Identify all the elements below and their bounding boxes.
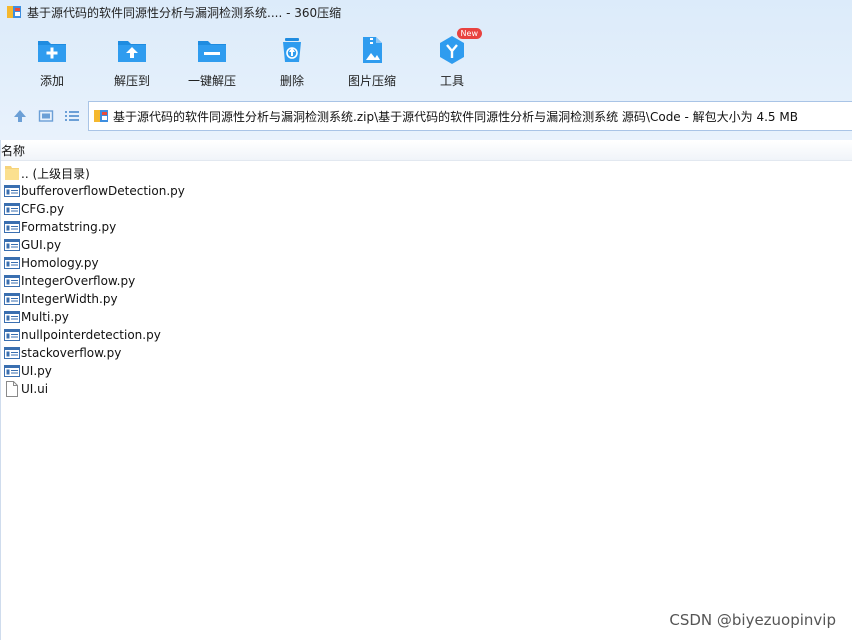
list-item[interactable]: CFG.py bbox=[0, 200, 852, 218]
python-file-icon bbox=[4, 203, 20, 215]
python-file-icon bbox=[4, 257, 20, 269]
list-item[interactable]: GUI.py bbox=[0, 236, 852, 254]
file-name: IntegerOverflow.py bbox=[21, 274, 136, 288]
delete-button[interactable]: 删除 bbox=[252, 30, 332, 92]
file-list: .. (上级目录) bufferoverflowDetection.py CFG… bbox=[0, 164, 852, 398]
folder-icon bbox=[5, 166, 19, 180]
window-title: 基于源代码的软件同源性分析与漏洞检测系统.... - 360压缩 bbox=[27, 6, 342, 20]
tools-icon-wrap: New bbox=[436, 28, 482, 66]
list-item[interactable]: IntegerOverflow.py bbox=[0, 272, 852, 290]
file-name: UI.ui bbox=[21, 382, 49, 396]
list-item[interactable]: Homology.py bbox=[0, 254, 852, 272]
file-name: Formatstring.py bbox=[21, 220, 117, 234]
generic-file-icon bbox=[6, 381, 18, 397]
file-name: bufferoverflowDetection.py bbox=[21, 184, 185, 198]
file-name: nullpointerdetection.py bbox=[21, 328, 161, 342]
address-row: 基于源代码的软件同源性分析与漏洞检测系统.zip\基于源代码的软件同源性分析与漏… bbox=[0, 101, 852, 131]
list-item[interactable]: UI.py bbox=[0, 362, 852, 380]
python-file-icon bbox=[4, 329, 20, 341]
file-name: stackoverflow.py bbox=[21, 346, 122, 360]
image-compress-icon bbox=[363, 37, 382, 63]
delete-label: 删除 bbox=[279, 74, 304, 88]
recycle-bin-icon bbox=[283, 38, 301, 62]
thumbnail-view-icon[interactable] bbox=[38, 108, 54, 124]
file-name: GUI.py bbox=[21, 238, 62, 252]
watermark: CSDN @biyezuopinvip bbox=[669, 611, 836, 629]
new-badge: New bbox=[456, 28, 482, 39]
list-item[interactable]: stackoverflow.py bbox=[0, 344, 852, 362]
image-compress-button[interactable]: 图片压缩 bbox=[332, 30, 412, 92]
file-name: CFG.py bbox=[21, 202, 65, 216]
address-bar[interactable]: 基于源代码的软件同源性分析与漏洞检测系统.zip\基于源代码的软件同源性分析与漏… bbox=[88, 101, 852, 131]
python-file-icon bbox=[4, 239, 20, 251]
file-name: IntegerWidth.py bbox=[21, 292, 118, 306]
file-name: Multi.py bbox=[21, 310, 69, 324]
list-item[interactable]: Multi.py bbox=[0, 308, 852, 326]
list-item[interactable]: IntegerWidth.py bbox=[0, 290, 852, 308]
list-item[interactable]: Formatstring.py bbox=[0, 218, 852, 236]
add-label: 添加 bbox=[39, 74, 64, 88]
python-file-icon bbox=[4, 221, 20, 233]
image-compress-label: 图片压缩 bbox=[347, 74, 396, 88]
python-file-icon bbox=[4, 275, 20, 287]
list-item-parent-folder[interactable]: .. (上级目录) bbox=[0, 164, 852, 182]
archive-app-icon bbox=[7, 6, 21, 18]
file-name: .. (上级目录) bbox=[21, 166, 90, 181]
tools-label: 工具 bbox=[439, 74, 464, 88]
one-click-extract-label: 一键解压 bbox=[187, 74, 236, 88]
add-folder-icon bbox=[38, 41, 66, 62]
one-click-extract-button[interactable]: 一键解压 bbox=[172, 30, 252, 92]
toolbar: 添加 解压到 一键解压 删除 图片压缩 New 工具 bbox=[0, 28, 852, 94]
up-arrow-icon[interactable] bbox=[12, 108, 28, 124]
column-header: 名称 bbox=[0, 141, 852, 161]
title-bar: 基于源代码的软件同源性分析与漏洞检测系统.... - 360压缩 bbox=[0, 0, 852, 24]
extract-to-icon bbox=[118, 41, 146, 62]
python-file-icon bbox=[4, 347, 20, 359]
address-path: 基于源代码的软件同源性分析与漏洞检测系统.zip\基于源代码的软件同源性分析与漏… bbox=[113, 109, 798, 124]
one-click-extract-icon bbox=[198, 41, 226, 62]
python-file-icon bbox=[4, 311, 20, 323]
extract-to-label: 解压到 bbox=[113, 74, 150, 88]
extract-to-button[interactable]: 解压到 bbox=[92, 30, 172, 92]
column-name-header[interactable]: 名称 bbox=[0, 142, 25, 159]
tools-button[interactable]: New 工具 bbox=[412, 28, 492, 92]
zip-archive-icon bbox=[94, 110, 108, 122]
list-view-icon[interactable] bbox=[64, 108, 80, 124]
python-file-icon bbox=[4, 293, 20, 305]
python-file-icon bbox=[4, 185, 20, 197]
python-file-icon bbox=[4, 365, 20, 377]
list-item[interactable]: bufferoverflowDetection.py bbox=[0, 182, 852, 200]
file-name: UI.py bbox=[21, 364, 52, 378]
add-button[interactable]: 添加 bbox=[12, 30, 92, 92]
list-item[interactable]: UI.ui bbox=[0, 380, 852, 398]
list-item[interactable]: nullpointerdetection.py bbox=[0, 326, 852, 344]
file-name: Homology.py bbox=[21, 256, 99, 270]
